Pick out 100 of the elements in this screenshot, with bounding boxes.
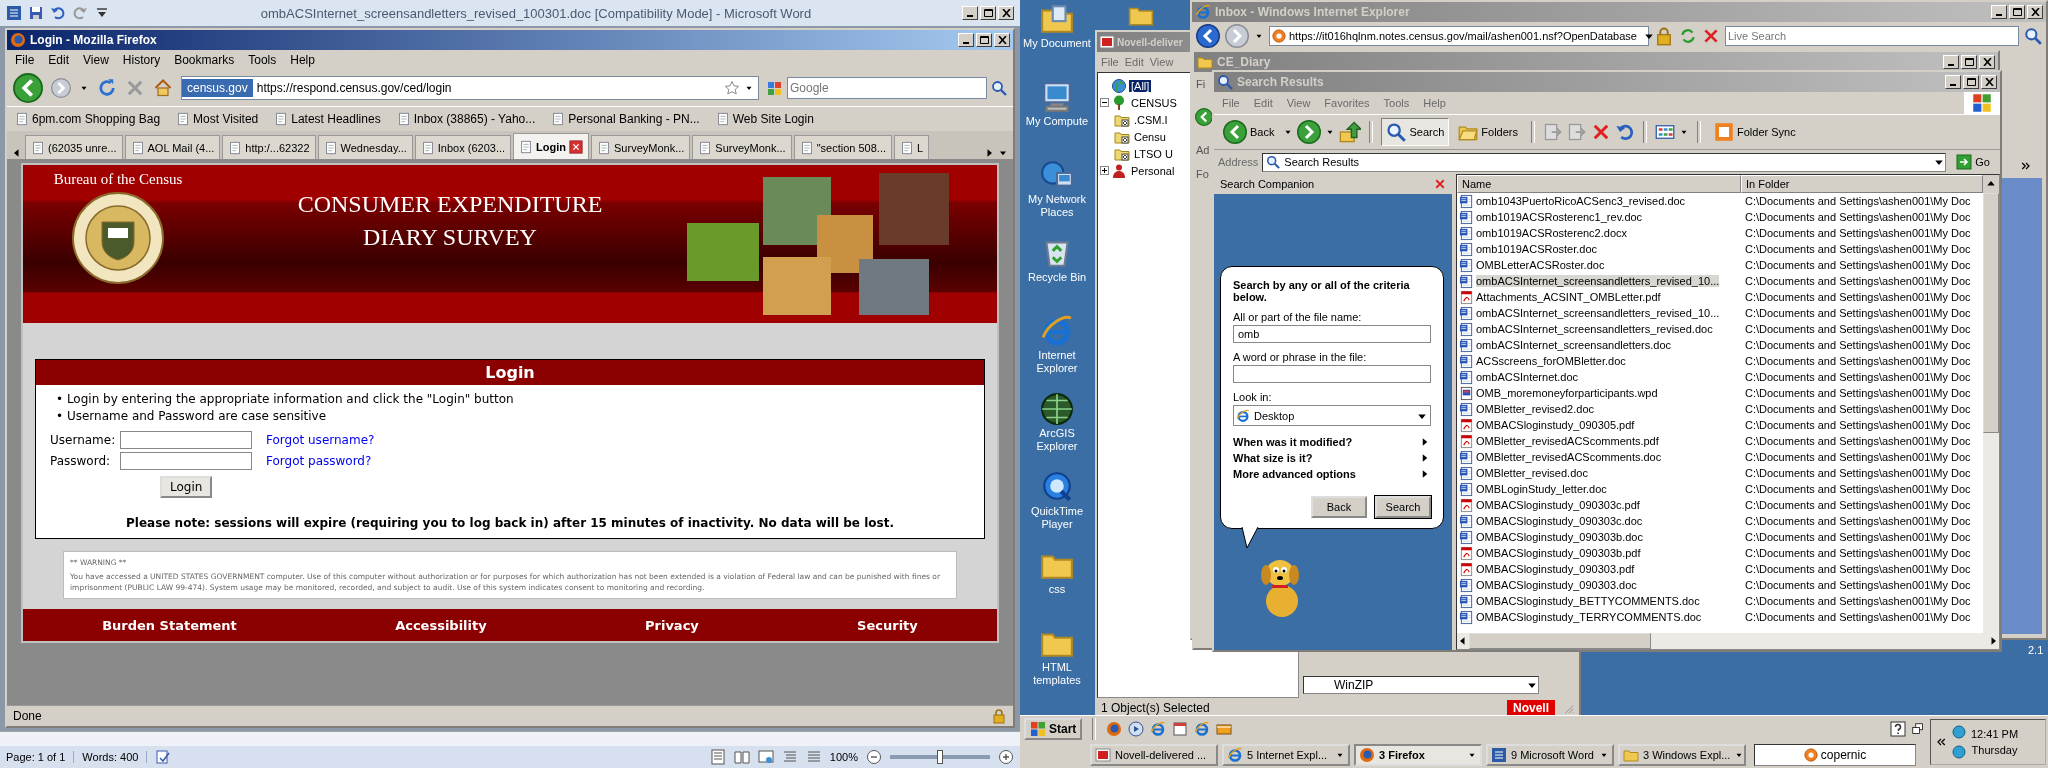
- page-count[interactable]: Page: 1 of 1: [6, 751, 75, 763]
- desktop-icon-label[interactable]: HTML templates: [1020, 661, 1094, 687]
- file-name[interactable]: Attachments_ACSINT_OMBLetter.pdf: [1476, 291, 1661, 303]
- print-layout-icon[interactable]: [709, 749, 726, 765]
- search-field[interactable]: Live Search: [1725, 26, 2019, 46]
- file-name[interactable]: OMBACSloginstudy_090303b.pdf: [1476, 547, 1641, 559]
- close-tab-icon[interactable]: [569, 139, 584, 154]
- undo-icon[interactable]: [50, 5, 66, 21]
- help-link[interactable]: Forgot password?: [266, 454, 372, 468]
- toolbar-button[interactable]: Folder Sync: [1709, 118, 1801, 146]
- action-button[interactable]: Search: [1375, 496, 1431, 518]
- site-identity-button[interactable]: census.gov: [182, 79, 253, 97]
- maximize-button[interactable]: [976, 33, 992, 47]
- address-field[interactable]: census.gov https://respond.census.gov/ced/login: [181, 76, 759, 100]
- file-name[interactable]: OMBACSloginstudy_090303.pdf: [1476, 563, 1635, 575]
- home-icon[interactable]: [153, 78, 173, 98]
- bookmark-link[interactable]: Personal Banking - PN...: [551, 112, 700, 126]
- menu-item[interactable]: View: [1149, 56, 1174, 68]
- close-button[interactable]: [998, 6, 1014, 20]
- media-player-icon[interactable]: [1128, 721, 1145, 737]
- menu-item[interactable]: Fi: [1196, 78, 1206, 90]
- save-icon[interactable]: [28, 5, 44, 21]
- browser-icon[interactable]: [1194, 721, 1211, 737]
- reload-icon[interactable]: [97, 78, 117, 98]
- input-field[interactable]: [120, 452, 252, 470]
- lock-icon[interactable]: [991, 708, 1007, 724]
- go-button[interactable]: Go: [1950, 154, 1996, 170]
- file-name[interactable]: omb1019ACSRosterenc1_rev.doc: [1476, 211, 1643, 223]
- start-button[interactable]: Start: [1024, 718, 1083, 740]
- desktop-icon-label[interactable]: css: [1048, 583, 1066, 596]
- expander-icon[interactable]: [1100, 166, 1109, 175]
- desktop-icon-label[interactable]: My Document: [1023, 37, 1091, 50]
- menu-item[interactable]: Bookmarks: [174, 53, 235, 67]
- close-icon[interactable]: [1434, 178, 1446, 190]
- toolbar-button[interactable]: Search: [1381, 118, 1450, 146]
- tree-item[interactable]: .CSM.I: [1132, 113, 1170, 126]
- bookmark-link[interactable]: Latest Headlines: [274, 112, 381, 126]
- file-name[interactable]: ACSscreens_forOMBletter.doc: [1476, 355, 1626, 367]
- app-icon[interactable]: [6, 5, 22, 21]
- browser-tab[interactable]: Login: [513, 133, 590, 159]
- help-link[interactable]: Forgot username?: [266, 433, 375, 447]
- bookmark-link[interactable]: 6pm.com Shopping Bag: [15, 112, 161, 126]
- expandable-option[interactable]: What size is it?: [1233, 450, 1431, 466]
- zoom-out-icon[interactable]: [866, 749, 882, 765]
- toolbar-button[interactable]: Back: [1218, 116, 1280, 148]
- search-icon[interactable]: [2024, 27, 2042, 45]
- browser-tab[interactable]: "section 508...: [793, 135, 892, 159]
- menu-item[interactable]: Help: [290, 53, 315, 67]
- input-field[interactable]: [120, 431, 252, 449]
- desktop-icon-label[interactable]: My Network Places: [1020, 193, 1094, 219]
- tree-item[interactable]: CENSUS: [1129, 96, 1179, 109]
- chevron-icon[interactable]: [1935, 736, 1947, 748]
- browser-tab[interactable]: Wednesday...: [317, 135, 413, 159]
- menu-item[interactable]: Edit: [48, 53, 70, 67]
- desktop-icon-label[interactable]: My Compute: [1025, 115, 1089, 128]
- action-button[interactable]: Back: [1311, 496, 1367, 518]
- file-name[interactable]: omb1019ACSRosterenc2.docx: [1476, 227, 1628, 239]
- menu-item[interactable]: Help: [1423, 97, 1446, 109]
- browser-tab[interactable]: SurveyMonk...: [692, 135, 792, 159]
- search-icon[interactable]: [991, 80, 1007, 96]
- file-name[interactable]: OMBletter_revisedACScomments.pdf: [1476, 435, 1659, 447]
- file-name[interactable]: ombACSInternet_screensandletters_revised_10...: [1476, 275, 1720, 287]
- menu-item[interactable]: File: [15, 53, 35, 67]
- search-field[interactable]: copernic: [1754, 744, 1916, 766]
- browser-tab[interactable]: SurveyMonk...: [591, 135, 691, 159]
- clock-time[interactable]: 12:41 PM: [1971, 728, 2019, 740]
- views-icon[interactable]: [1655, 122, 1675, 142]
- clock-day[interactable]: Thursday: [1971, 744, 2018, 756]
- file-name[interactable]: OMBletter_revised.doc: [1476, 467, 1588, 479]
- file-name[interactable]: ombACSInternet_screensandletters_revised_10...: [1476, 307, 1720, 319]
- help-icon[interactable]: [1890, 721, 1906, 737]
- bookmark-link[interactable]: Most Visited: [176, 112, 259, 126]
- footer-link[interactable]: Privacy: [645, 617, 699, 633]
- folder-up-icon[interactable]: [1339, 121, 1362, 143]
- tree-item[interactable]: Personal: [1129, 164, 1177, 177]
- chevron-icon[interactable]: [2020, 160, 2032, 172]
- menu-item[interactable]: File: [1101, 56, 1119, 68]
- file-name[interactable]: OMBletter_revisedACScomments.doc: [1476, 451, 1662, 463]
- tray-icon[interactable]: [1951, 744, 1967, 760]
- file-name[interactable]: OMBLetterACSRoster.doc: [1476, 259, 1605, 271]
- location-dropdown[interactable]: Desktop: [1233, 405, 1431, 426]
- delete-icon[interactable]: [1591, 122, 1611, 142]
- taskbar-button[interactable]: 3 Windows Expl...: [1618, 744, 1746, 766]
- column-header[interactable]: In Folder: [1741, 175, 1983, 193]
- tree-item[interactable]: LTSO U: [1132, 147, 1175, 160]
- file-name[interactable]: OMBACSloginstudy_BETTYCOMMENTS.doc: [1476, 595, 1700, 607]
- browser-icon[interactable]: [1150, 721, 1167, 737]
- desktop-icon-label[interactable]: Internet Explorer: [1020, 349, 1094, 375]
- file-name[interactable]: OMBACSloginstudy_090303c.pdf: [1476, 499, 1640, 511]
- tray-icon[interactable]: [1951, 724, 1967, 740]
- menu-item[interactable]: Tools: [248, 53, 277, 67]
- file-name[interactable]: ombACSInternet.doc: [1476, 371, 1579, 383]
- menu-item[interactable]: View: [83, 53, 109, 67]
- column-header[interactable]: Name: [1457, 175, 1741, 193]
- menu-item[interactable]: History: [122, 53, 161, 67]
- taskbar-button[interactable]: 3 Firefox: [1354, 744, 1482, 766]
- browser-tab[interactable]: Inbox (6203...: [414, 135, 512, 159]
- minimize-button[interactable]: [962, 6, 978, 20]
- input-field[interactable]: omb: [1233, 325, 1431, 343]
- expandable-option[interactable]: When was it modified?: [1233, 434, 1431, 450]
